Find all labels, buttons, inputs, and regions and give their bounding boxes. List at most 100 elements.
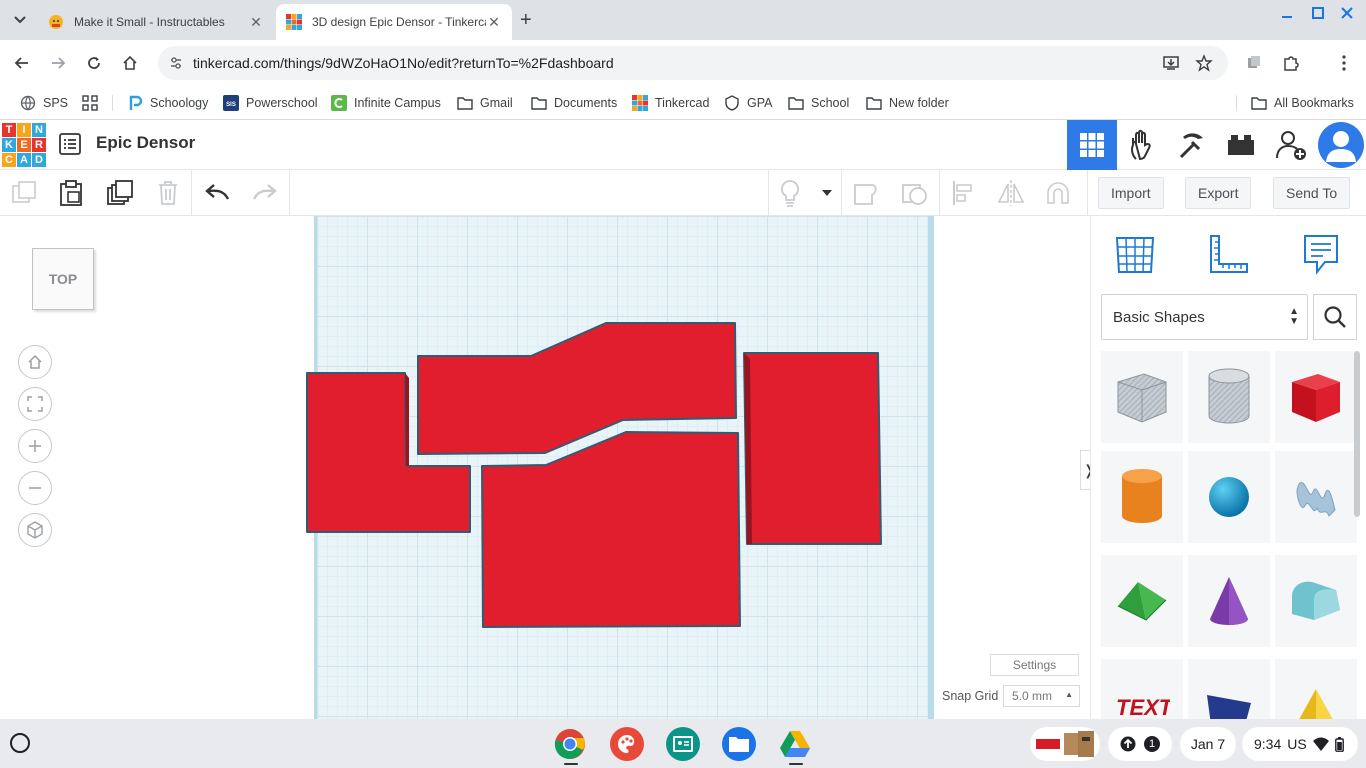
files-app-icon[interactable] — [722, 727, 756, 761]
cylinder-hole-shape[interactable] — [1188, 351, 1270, 443]
forward-arrow-icon[interactable] — [47, 52, 69, 74]
bookmark-powerschool[interactable]: SIS Powerschool — [223, 92, 318, 114]
wedge-shape[interactable] — [1188, 659, 1270, 719]
settings-button[interactable]: Settings — [990, 654, 1079, 676]
send-to-button[interactable]: Send To — [1273, 177, 1351, 209]
bookmark-sps[interactable]: SPS — [20, 92, 68, 114]
zoom-out-icon[interactable] — [18, 471, 52, 505]
workplane-grid-icon[interactable] — [1113, 232, 1157, 276]
bookmark-apps[interactable] — [82, 92, 105, 114]
address-bar[interactable]: tinkercad.com/things/9dWZoHaO1No/edit?re… — [158, 46, 1228, 80]
system-tray[interactable]: 9:34 US — [1242, 727, 1358, 761]
zoom-in-icon[interactable] — [18, 429, 52, 463]
new-tab-plus-icon[interactable]: + — [520, 9, 532, 32]
edit-toolbar: Import Export Send To — [0, 170, 1366, 216]
all-bookmarks[interactable]: All Bookmarks — [1251, 92, 1354, 114]
delete-trash-icon[interactable] — [154, 179, 182, 207]
dropdown-caret-icon[interactable] — [813, 179, 841, 207]
lego-brick-icon[interactable] — [1216, 120, 1266, 170]
bookmark-school-folder[interactable]: School — [788, 92, 849, 114]
close-tab-icon[interactable]: ✕ — [486, 14, 502, 31]
scribble-shape[interactable] — [1275, 451, 1357, 543]
design-title[interactable]: Epic Densor — [96, 133, 195, 153]
search-icon[interactable] — [1313, 294, 1357, 340]
close-window-icon[interactable] — [1340, 6, 1354, 23]
bookmark-documents-folder[interactable]: Documents — [531, 92, 617, 114]
ungroup-shapes-icon[interactable] — [901, 179, 929, 207]
bookmark-infinite-campus[interactable]: Infinite Campus — [331, 92, 441, 114]
3d-view-grid-icon[interactable] — [1067, 120, 1117, 170]
extensions-puzzle-icon[interactable] — [1281, 53, 1301, 73]
tinkercad-logo[interactable]: TIN KER CAD — [2, 123, 46, 167]
box-shape[interactable] — [1275, 351, 1357, 443]
launcher-circle-icon[interactable] — [10, 733, 30, 753]
ruler-icon[interactable] — [1207, 232, 1251, 276]
back-arrow-icon[interactable] — [11, 52, 33, 74]
logo-letter: D — [32, 153, 46, 167]
text-shape[interactable]: TEXT — [1101, 659, 1183, 719]
perspective-cube-icon[interactable] — [18, 513, 52, 547]
holding-space-tray[interactable] — [1030, 727, 1100, 761]
shape-right-rectangle[interactable] — [743, 352, 882, 545]
circuits-hand-icon[interactable] — [1117, 120, 1167, 170]
undo-arrow-icon[interactable] — [203, 179, 231, 207]
close-tab-icon[interactable]: ✕ — [248, 14, 264, 31]
invite-user-icon[interactable] — [1266, 120, 1316, 170]
paste-clipboard-icon[interactable] — [57, 179, 85, 207]
view-cube[interactable]: TOP — [32, 248, 94, 310]
canvas-paint-app-icon[interactable] — [610, 727, 644, 761]
browser-tab-tinkercad[interactable]: 3D design Epic Densor - Tinkercad ✕ — [276, 4, 512, 40]
fit-view-icon[interactable] — [18, 387, 52, 421]
bookmark-gmail-folder[interactable]: Gmail — [457, 92, 513, 114]
tab-search-chevron-icon[interactable] — [8, 8, 32, 32]
bookmark-tinkercad[interactable]: Tinkercad — [632, 92, 709, 114]
copy-icon[interactable] — [10, 179, 38, 207]
browser-tab-instructables[interactable]: Make it Small - Instructables ✕ — [38, 4, 274, 40]
more-menu-icon[interactable] — [1334, 53, 1354, 73]
minimize-window-icon[interactable] — [1280, 6, 1294, 23]
show-all-lightbulb-icon[interactable] — [776, 179, 804, 207]
shape-bottom-angled-piece[interactable] — [481, 431, 741, 628]
box-hole-shape[interactable] — [1101, 351, 1183, 443]
snap-grid-select[interactable]: 5.0 mm ▲ — [1003, 685, 1080, 707]
design-list-icon[interactable] — [59, 133, 81, 155]
bookmark-new-folder[interactable]: New folder — [866, 92, 949, 114]
home-view-icon[interactable] — [18, 345, 52, 379]
mirror-icon[interactable] — [997, 179, 1025, 207]
cone-shape[interactable] — [1188, 555, 1270, 647]
site-info-icon[interactable] — [168, 55, 184, 71]
duplicate-icon[interactable] — [106, 179, 134, 207]
pyramid-shape[interactable] — [1275, 659, 1357, 719]
codeblocks-pickaxe-icon[interactable] — [1166, 120, 1216, 170]
date-tray[interactable]: Jan 7 — [1180, 727, 1236, 761]
align-icon[interactable] — [950, 179, 978, 207]
home-icon[interactable] — [119, 52, 141, 74]
panel-scrollbar[interactable] — [1354, 351, 1360, 517]
redo-arrow-icon[interactable] — [251, 179, 279, 207]
bookmark-star-icon[interactable] — [1195, 54, 1213, 72]
collapse-panel-chevron-icon[interactable]: ❭ — [1080, 450, 1090, 490]
reload-icon[interactable] — [83, 52, 105, 74]
bookmark-schoology[interactable]: Schoology — [127, 92, 208, 114]
3d-viewport[interactable]: TOP Settings Snap Grid 5.0 mm ▲ ❭ — [0, 216, 1090, 719]
export-button[interactable]: Export — [1185, 177, 1252, 209]
tab-title: 3D design Epic Densor - Tinkercad — [312, 15, 486, 29]
user-avatar[interactable] — [1318, 122, 1364, 168]
extension-icon[interactable] — [1244, 53, 1264, 73]
chrome-app-icon[interactable] — [553, 727, 587, 761]
google-drive-app-icon[interactable] — [778, 727, 812, 761]
shape-category-select[interactable]: Basic Shapes ▲ ▼ — [1101, 294, 1308, 340]
sphere-shape[interactable] — [1188, 451, 1270, 543]
round-roof-shape[interactable] — [1275, 555, 1357, 647]
maximize-window-icon[interactable] — [1311, 6, 1325, 23]
classroom-app-icon[interactable] — [666, 727, 700, 761]
bookmark-gpa[interactable]: GPA — [724, 92, 772, 114]
roof-shape[interactable] — [1101, 555, 1183, 647]
upload-notifications-tray[interactable]: 1 — [1108, 727, 1172, 761]
cylinder-shape[interactable] — [1101, 451, 1183, 543]
import-button[interactable]: Import — [1098, 177, 1164, 209]
notes-speech-icon[interactable] — [1299, 232, 1343, 276]
install-app-icon[interactable] — [1162, 54, 1180, 72]
group-shapes-icon[interactable] — [852, 179, 880, 207]
cruise-magnet-icon[interactable] — [1044, 179, 1072, 207]
